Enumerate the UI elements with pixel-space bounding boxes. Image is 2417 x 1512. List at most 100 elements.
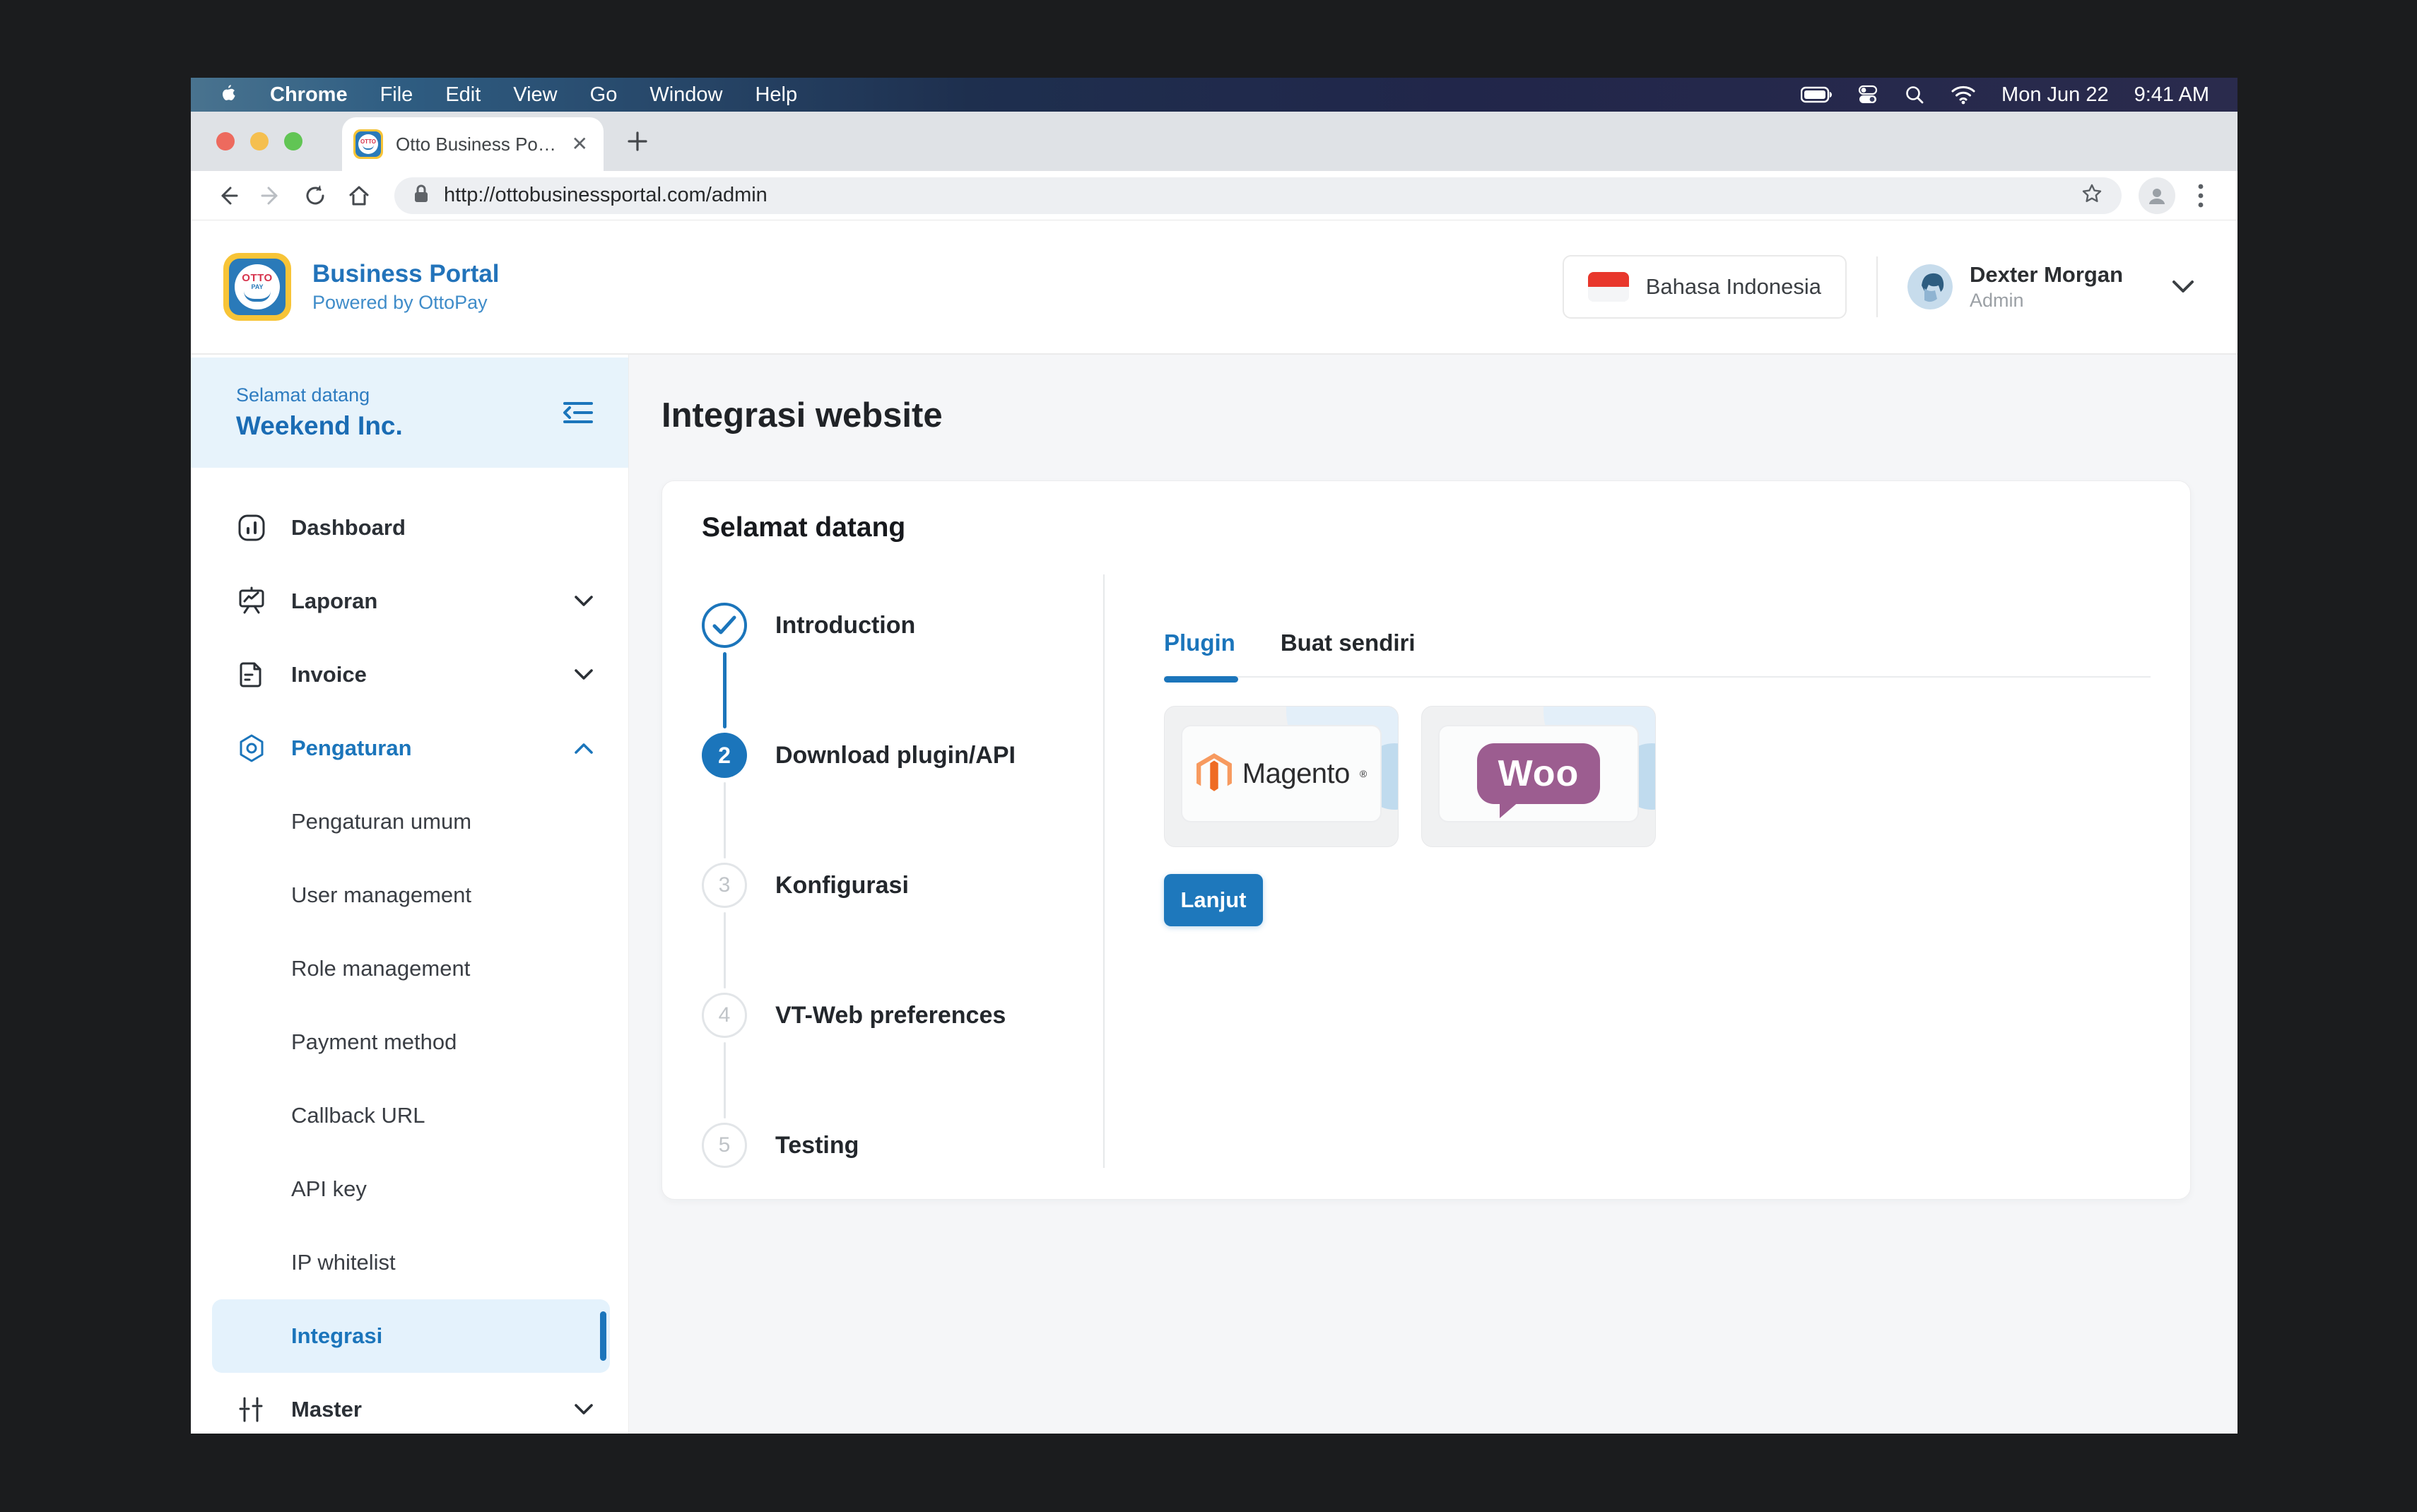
user-name: Dexter Morgan	[1970, 262, 2123, 288]
step-download-plugin-api[interactable]: 2 Download plugin/API	[702, 733, 1098, 778]
menu-file[interactable]: File	[380, 83, 413, 107]
ottopay-logo: OTTO PAY	[223, 253, 291, 321]
sidebar-welcome-panel: Selamat datang Weekend Inc.	[191, 358, 628, 468]
sidebar-item-pengaturan[interactable]: Pengaturan	[191, 711, 628, 785]
step-number: 4	[702, 993, 747, 1038]
step-label: Download plugin/API	[775, 733, 1016, 778]
sidebar-item-dashboard[interactable]: Dashboard	[191, 491, 628, 565]
battery-icon[interactable]	[1801, 86, 1832, 103]
control-center-icon[interactable]	[1857, 84, 1878, 105]
integration-card: Selamat datang Introduction	[661, 480, 2191, 1200]
browser-profile-icon[interactable]	[2139, 177, 2175, 214]
browser-menu-icon[interactable]	[2182, 177, 2219, 214]
sidebar-subitem-pengaturan-umum[interactable]: Pengaturan umum	[191, 785, 628, 858]
url-text[interactable]: http://ottobusinessportal.com/admin	[444, 184, 2066, 207]
continue-button[interactable]: Lanjut	[1164, 874, 1263, 926]
sidebar-subitem-integrasi[interactable]: Integrasi	[212, 1299, 610, 1373]
setup-stepper: Introduction 2 Download plugin/API 3 Kon…	[702, 574, 1098, 1168]
chevron-down-icon	[573, 668, 594, 681]
menubar-time[interactable]: 9:41 AM	[2134, 83, 2209, 107]
plugin-card-woocommerce[interactable]: Woo	[1421, 706, 1656, 847]
step-connector	[724, 912, 726, 988]
invoice-icon	[236, 660, 267, 690]
step-introduction[interactable]: Introduction	[702, 603, 1098, 648]
step-testing[interactable]: 5 Testing	[702, 1123, 1098, 1168]
sidebar-subitem-role-management[interactable]: Role management	[191, 932, 628, 1005]
plugin-card-magento[interactable]: Magento®	[1164, 706, 1399, 847]
apple-icon[interactable]	[219, 84, 237, 105]
spotlight-search-icon[interactable]	[1904, 84, 1925, 105]
chevron-down-icon	[573, 595, 594, 608]
browser-tab[interactable]: OTTO Otto Business Portal ✕	[342, 117, 604, 171]
close-window-button[interactable]	[216, 132, 235, 150]
address-bar[interactable]: http://ottobusinessportal.com/admin	[394, 177, 2122, 214]
menu-help[interactable]: Help	[755, 83, 797, 107]
ottopay-favicon: OTTO	[353, 129, 383, 159]
settings-icon	[236, 733, 267, 763]
sidebar-item-label: Dashboard	[291, 515, 406, 541]
page-title: Integrasi website	[661, 396, 2191, 435]
menubar-date[interactable]: Mon Jun 22	[2001, 83, 2109, 107]
brand: OTTO PAY Business Portal Powered by Otto…	[223, 253, 500, 321]
card-title: Selamat datang	[702, 512, 2151, 543]
sidebar-item-master[interactable]: Master	[191, 1373, 628, 1434]
browser-toolbar: http://ottobusinessportal.com/admin	[191, 171, 2237, 220]
user-role: Admin	[1970, 290, 2123, 312]
indonesia-flag-icon	[1588, 272, 1629, 302]
back-icon[interactable]	[209, 177, 246, 214]
tab-buat-sendiri[interactable]: Buat sendiri	[1281, 630, 1416, 656]
plugin-panel: Plugin Buat sendiri Magento®	[1105, 574, 2151, 1168]
language-selector-button[interactable]: Bahasa Indonesia	[1563, 255, 1847, 319]
tab-strip: OTTO Otto Business Portal ✕	[191, 112, 2237, 171]
step-label: Introduction	[775, 603, 915, 648]
sidebar-subitem-label: Integrasi	[291, 1323, 382, 1349]
step-connector	[724, 782, 726, 858]
step-vt-web-preferences[interactable]: 4 VT-Web preferences	[702, 993, 1098, 1038]
chevron-up-icon	[573, 742, 594, 755]
sidebar-subitem-user-management[interactable]: User management	[191, 858, 628, 932]
sliders-icon	[236, 1395, 267, 1424]
user-menu[interactable]: Dexter Morgan Admin	[1907, 262, 2195, 312]
wifi-icon[interactable]	[1951, 85, 1976, 105]
sidebar-item-label: Master	[291, 1397, 362, 1422]
step-connector	[724, 1042, 726, 1118]
active-indicator-bar	[600, 1311, 606, 1361]
header-divider	[1876, 256, 1878, 317]
sidebar-item-label: Laporan	[291, 589, 377, 614]
lock-icon[interactable]	[413, 184, 430, 207]
plugin-tabs: Plugin Buat sendiri	[1164, 630, 2151, 678]
menu-window[interactable]: Window	[649, 83, 722, 107]
step-konfigurasi[interactable]: 3 Konfigurasi	[702, 863, 1098, 908]
sidebar-item-laporan[interactable]: Laporan	[191, 565, 628, 638]
app-header: OTTO PAY Business Portal Powered by Otto…	[191, 220, 2237, 355]
sidebar: Selamat datang Weekend Inc. Dashboard	[191, 355, 629, 1434]
menu-view[interactable]: View	[513, 83, 557, 107]
step-number: 5	[702, 1123, 747, 1168]
close-tab-icon[interactable]: ✕	[572, 134, 588, 154]
reload-icon[interactable]	[297, 177, 334, 214]
step-number: 2	[702, 733, 747, 778]
zoom-window-button[interactable]	[284, 132, 302, 150]
report-icon	[236, 586, 267, 616]
brand-subtitle: Powered by OttoPay	[312, 292, 500, 314]
menu-chrome[interactable]: Chrome	[270, 83, 348, 107]
sidebar-nav: Dashboard Laporan	[191, 468, 628, 1434]
collapse-sidebar-icon[interactable]	[562, 398, 594, 427]
menu-go[interactable]: Go	[590, 83, 618, 107]
menu-bar: Chrome File Edit View Go Window Help	[191, 78, 2237, 112]
home-icon[interactable]	[341, 177, 377, 214]
sidebar-item-invoice[interactable]: Invoice	[191, 638, 628, 711]
minimize-window-button[interactable]	[250, 132, 269, 150]
smile-icon	[244, 291, 271, 302]
new-tab-button[interactable]	[625, 129, 650, 154]
sidebar-subitem-ip-whitelist[interactable]: IP whitelist	[191, 1226, 628, 1299]
sidebar-subitem-payment-method[interactable]: Payment method	[191, 1005, 628, 1079]
sidebar-subitem-callback-url[interactable]: Callback URL	[191, 1079, 628, 1152]
chevron-down-icon[interactable]	[2171, 279, 2195, 295]
forward-icon[interactable]	[253, 177, 290, 214]
bookmark-star-icon[interactable]	[2081, 182, 2103, 208]
sidebar-subitem-api-key[interactable]: API key	[191, 1152, 628, 1226]
mac-screen: Chrome File Edit View Go Window Help	[191, 78, 2237, 1434]
tab-plugin[interactable]: Plugin	[1164, 630, 1235, 656]
menu-edit[interactable]: Edit	[445, 83, 481, 107]
